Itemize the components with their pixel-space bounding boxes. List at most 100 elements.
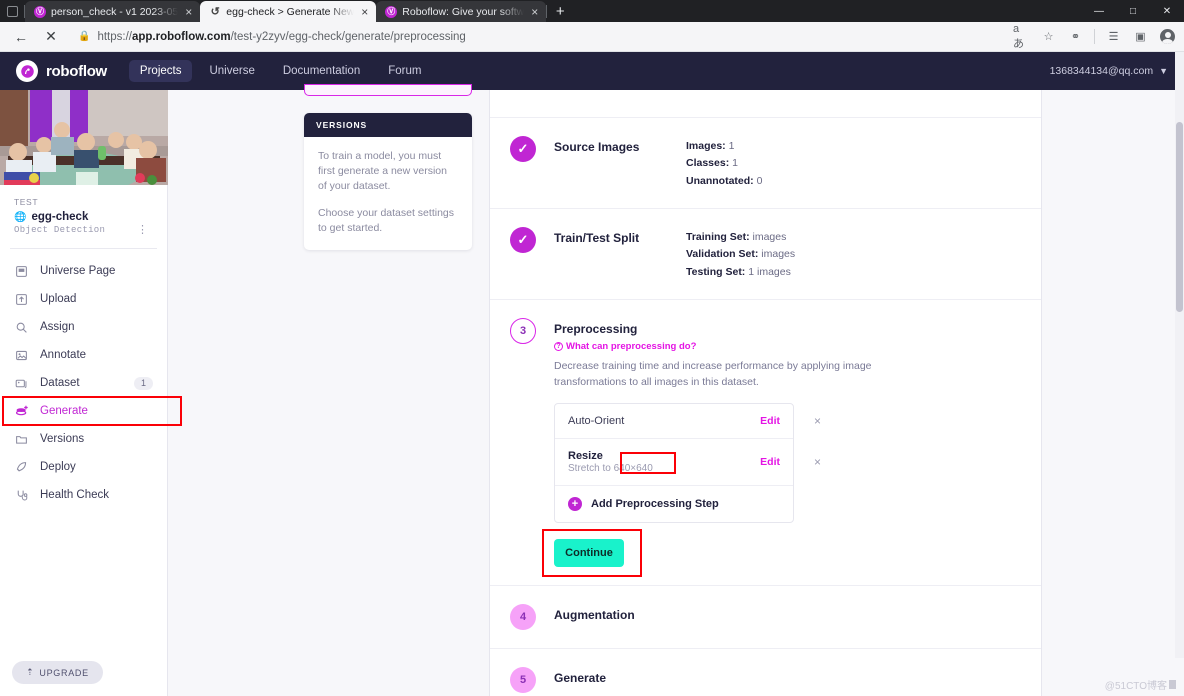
sidebar-item-label: Universe Page [40, 265, 116, 277]
close-icon[interactable]: × [183, 6, 194, 18]
step-generate[interactable]: 5 Generate [490, 648, 1041, 696]
step-source-images-row: Source Images Images: 1 Classes: 1 Unann… [554, 136, 1021, 190]
stat-value: 1 [728, 140, 735, 152]
browser-tab-3[interactable]: Ⓥ Roboflow: Give your softw × [376, 1, 547, 22]
roboflow-mark-icon [16, 60, 38, 82]
search-icon [14, 320, 29, 335]
copilot-icon[interactable]: ⚭ [1067, 28, 1084, 45]
sidebar-item-label: Versions [40, 433, 85, 445]
project-thumbnail [0, 90, 168, 185]
profile-avatar-icon[interactable] [1159, 28, 1176, 45]
roboflow-icon: Ⓥ [385, 5, 398, 18]
roboflow-logo[interactable]: roboflow [16, 60, 107, 82]
step-title: Preprocessing [554, 321, 638, 336]
plus-circle-icon: + [568, 497, 582, 512]
browser-tab-title: person_check - v1 2023-05 [51, 5, 179, 18]
option-sub: Stretch to 640×640 [568, 463, 653, 474]
close-window-button[interactable]: ✕ [1150, 0, 1184, 22]
check-icon: ✓ [510, 136, 536, 162]
stat-key: Validation Set: [686, 248, 759, 261]
sidebar-item-upload[interactable]: Upload [0, 285, 167, 313]
versions-paragraph-1: To train a model, you must first generat… [318, 150, 447, 193]
maximize-button[interactable]: □ [1116, 0, 1150, 22]
project-menu-kebab-icon[interactable]: ⋮ [137, 223, 153, 236]
nav-link-projects[interactable]: Projects [128, 60, 193, 82]
nav-link-documentation[interactable]: Documentation [272, 60, 371, 82]
browser-toolbar: ← ✕ 🔒 https://app.roboflow.com/test-y2zy… [0, 22, 1184, 52]
project-name-row: 🌐 egg-check [14, 211, 153, 223]
sidebar-item-universe-page[interactable]: Universe Page [0, 257, 167, 285]
step-augmentation-body: Augmentation [554, 604, 1021, 630]
edit-resize-button[interactable]: Edit [760, 456, 780, 468]
page-scrollbar[interactable] [1175, 52, 1184, 658]
browser-tab-strip: Ⓥ person_check - v1 2023-05 × ↺ egg-chec… [0, 0, 1184, 22]
continue-button[interactable]: Continue [554, 539, 624, 568]
train-test-split-stats: Training Set: images Validation Set: ima… [686, 227, 795, 281]
sidebar-item-assign[interactable]: Assign [0, 313, 167, 341]
back-button[interactable]: ← [8, 25, 34, 49]
sidebar-item-health-check[interactable]: Health Check [0, 481, 167, 509]
stat-key: Testing Set: [686, 265, 746, 278]
upload-icon [14, 292, 29, 307]
sidebar-item-label: Generate [40, 405, 88, 417]
tab-overview-button[interactable] [0, 0, 24, 22]
sidebar-item-versions[interactable]: Versions [0, 425, 167, 453]
annotate-icon [14, 348, 29, 363]
shield-lock-icon: 🔒 [78, 31, 91, 42]
brand-wordmark: roboflow [46, 62, 107, 80]
stethoscope-icon [14, 488, 29, 503]
favorites-star-icon[interactable]: ☆ [1040, 28, 1057, 45]
close-icon[interactable]: × [529, 6, 540, 18]
address-bar[interactable]: 🔒 https://app.roboflow.com/test-y2zyv/eg… [68, 25, 1003, 49]
source-images-stats: Images: 1 Classes: 1 Unannotated: 0 [686, 136, 762, 190]
preprocessing-help-link[interactable]: ? What can preprocessing do? [554, 341, 1021, 352]
new-tab-button[interactable]: + [547, 0, 573, 22]
scrollbar-thumb[interactable] [1176, 122, 1183, 312]
collections-icon[interactable]: ☰ [1105, 28, 1122, 45]
resize-value: 640×640 [613, 463, 653, 475]
step-generate-body: Generate [554, 667, 1021, 693]
edit-auto-orient-button[interactable]: Edit [760, 415, 780, 427]
url-text: https://app.roboflow.com/test-y2zyv/egg-… [97, 30, 466, 43]
globe-icon: 🌐 [14, 211, 27, 223]
stat-unannotated: Unannotated: 0 [686, 173, 762, 190]
remove-auto-orient-icon[interactable]: × [814, 414, 821, 428]
watermark-mark-icon [1169, 680, 1176, 689]
resize-prefix: Stretch to [568, 463, 611, 475]
annotation-highlight-generate [2, 396, 182, 426]
minimize-button[interactable]: — [1082, 0, 1116, 22]
browser-tab-1[interactable]: Ⓥ person_check - v1 2023-05 × [25, 1, 201, 22]
translate-icon[interactable]: aあ [1013, 23, 1030, 50]
step-source-images[interactable]: ✓ Source Images Images: 1 Classes: 1 Una… [490, 117, 1041, 208]
help-link-label: What can preprocessing do? [566, 340, 697, 352]
roboflow-app: roboflow Projects Universe Documentation… [0, 52, 1184, 696]
nav-link-universe[interactable]: Universe [198, 60, 265, 82]
sidebar-item-label: Annotate [40, 349, 87, 361]
split-screen-icon[interactable]: ▣ [1132, 28, 1149, 45]
versions-paragraph-2: Choose your dataset settings to get star… [318, 206, 454, 234]
sidebar-item-dataset[interactable]: Dataset 1 [0, 369, 167, 397]
dataset-count-badge: 1 [133, 376, 153, 390]
stop-loading-button[interactable]: ✕ [38, 25, 64, 49]
add-preprocessing-step-button[interactable]: + Add Preprocessing Step [555, 485, 793, 522]
step-train-test-split[interactable]: ✓ Train/Test Split Training Set: images … [490, 207, 1041, 299]
step-train-test-split-row: Train/Test Split Training Set: images Va… [554, 227, 1021, 281]
new-version-button-partial[interactable] [304, 84, 472, 96]
tab-overview-icon [6, 5, 18, 17]
sidebar-item-deploy[interactable]: Deploy [0, 453, 167, 481]
sidebar-item-annotate[interactable]: Annotate [0, 341, 167, 369]
stat-value: 0 [756, 174, 763, 187]
step-augmentation[interactable]: 4 Augmentation [490, 585, 1041, 648]
images-icon [14, 376, 29, 391]
sidebar-item-generate[interactable]: Generate [0, 396, 182, 426]
step-number-badge: 4 [510, 604, 536, 631]
browser-tab-2[interactable]: ↺ egg-check > Generate New × [200, 1, 377, 22]
close-icon[interactable]: × [359, 6, 370, 18]
upgrade-button[interactable]: ⇡ UPGRADE [12, 661, 103, 684]
account-menu[interactable]: 1368344134@qq.com ▼ [1050, 65, 1168, 77]
option-label: Resize Stretch to 640×640 [568, 450, 760, 474]
nav-link-forum[interactable]: Forum [377, 60, 432, 82]
sidebar-item-label: Dataset [40, 377, 80, 389]
project-type: Object Detection [14, 224, 106, 235]
remove-resize-icon[interactable]: × [814, 455, 821, 469]
